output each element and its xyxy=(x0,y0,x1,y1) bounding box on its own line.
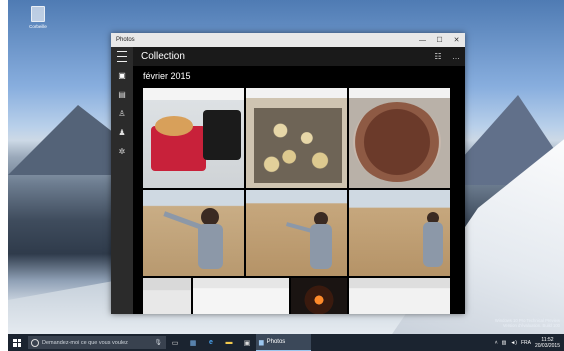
watermark-line: Version d'évaluation. Build 100 xyxy=(502,323,560,328)
taskbar-photos-label: Photos xyxy=(266,339,286,345)
people-icon[interactable]: ♙ xyxy=(111,104,133,123)
file-explorer-icon[interactable]: ▬ xyxy=(220,334,238,351)
edge-icon[interactable]: e xyxy=(202,334,220,351)
microphone-icon[interactable]: 🎙 xyxy=(154,339,162,346)
main-content: Collection ☷ … février 2015 xyxy=(133,47,465,314)
photo-thumbnail[interactable] xyxy=(349,88,450,188)
minimize-button[interactable]: — xyxy=(414,33,431,47)
store-bag-icon[interactable]: ▣ xyxy=(238,334,256,351)
system-tray: ˄ ▥ ◄) FRA 11:52 20/03/2015 xyxy=(495,337,564,349)
network-icon[interactable]: ▥ xyxy=(502,340,507,346)
search-box[interactable]: Demandez-moi ce que vous voulez 🎙 xyxy=(28,336,166,349)
maximize-button[interactable]: ☐ xyxy=(431,33,448,47)
close-button[interactable]: ✕ xyxy=(448,33,465,47)
recycle-bin-icon xyxy=(31,6,45,22)
chevron-up-icon[interactable]: ˄ xyxy=(495,340,498,346)
volume-icon[interactable]: ◄) xyxy=(510,340,517,346)
photos-window: Photos — ☐ ✕ ▣ ▤ ♙ ♟ ✲ Collection ☷ … fé… xyxy=(111,33,465,314)
taskbar: Demandez-moi ce que vous voulez 🎙 ▭ ▦ e … xyxy=(8,334,564,351)
photo-thumbnail[interactable] xyxy=(246,190,347,276)
hamburger-icon[interactable] xyxy=(111,47,133,66)
page-header: Collection ☷ … xyxy=(133,47,465,66)
photo-thumbnail[interactable] xyxy=(246,88,347,188)
people-group-icon[interactable]: ♟ xyxy=(111,123,133,142)
windows-watermark: Windows 10 Pro Technical Preview Version… xyxy=(495,318,560,328)
page-title: Collection xyxy=(141,51,185,62)
more-icon[interactable]: … xyxy=(447,52,465,61)
photo-thumbnail[interactable] xyxy=(349,190,450,276)
photo-thumbnail[interactable] xyxy=(349,278,450,314)
start-button[interactable] xyxy=(8,334,26,351)
photo-thumbnail[interactable] xyxy=(193,278,289,314)
task-view-icon[interactable]: ▭ xyxy=(166,334,184,351)
photo-thumbnail[interactable] xyxy=(143,190,244,276)
title-bar[interactable]: Photos — ☐ ✕ xyxy=(111,33,465,47)
recycle-bin-label: Corbeille xyxy=(29,24,47,29)
cortana-icon xyxy=(31,338,39,347)
select-icon[interactable]: ☷ xyxy=(429,52,447,61)
date-heading: février 2015 xyxy=(143,71,191,81)
clock-date: 20/03/2015 xyxy=(534,342,560,349)
photo-thumbnail[interactable] xyxy=(143,278,191,314)
windows-logo-icon xyxy=(13,338,21,347)
taskbar-photos-app[interactable]: ▆ Photos xyxy=(256,334,311,351)
photo-thumbnail[interactable] xyxy=(291,278,347,314)
collection-icon[interactable]: ▣ xyxy=(111,66,133,85)
recycle-bin-desktop-icon[interactable]: Corbeille xyxy=(28,6,48,34)
photos-app-icon: ▆ xyxy=(259,339,264,346)
window-title: Photos xyxy=(116,37,135,43)
clock[interactable]: 11:52 20/03/2015 xyxy=(535,337,560,349)
gear-icon[interactable]: ✲ xyxy=(111,142,133,161)
photo-thumbnail[interactable] xyxy=(143,88,244,188)
store-icon[interactable]: ▦ xyxy=(184,334,202,351)
search-placeholder: Demandez-moi ce que vous voulez xyxy=(42,339,128,346)
language-indicator[interactable]: FRA xyxy=(521,340,531,346)
sidebar: ▣ ▤ ♙ ♟ ✲ xyxy=(111,47,133,314)
albums-icon[interactable]: ▤ xyxy=(111,85,133,104)
